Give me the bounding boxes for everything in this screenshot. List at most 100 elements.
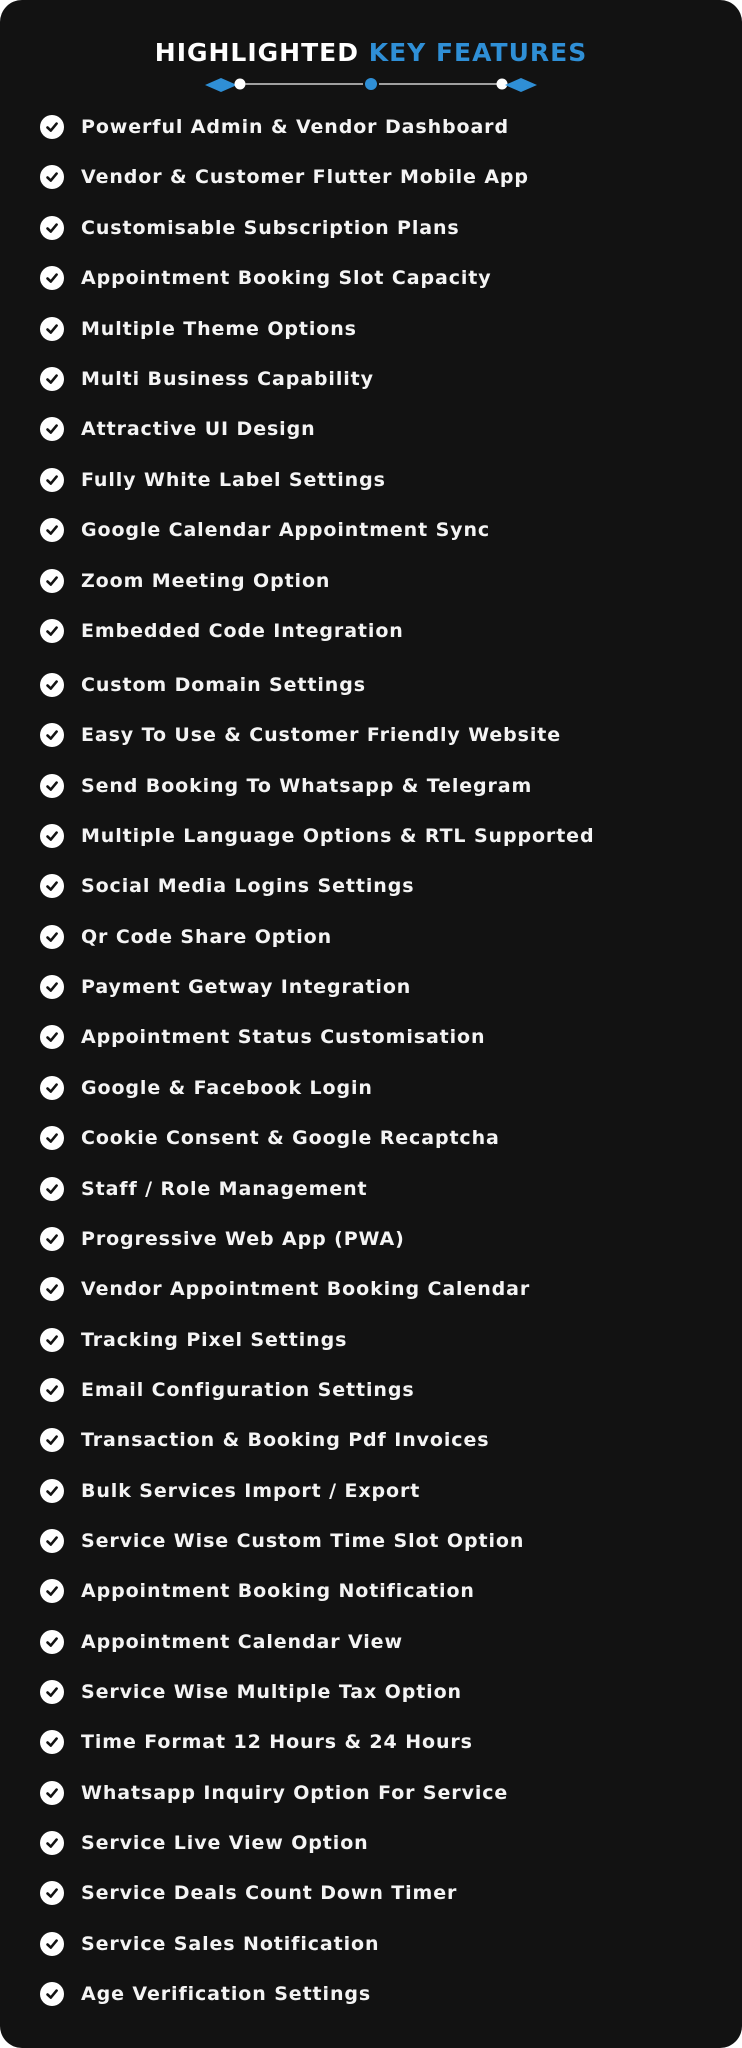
check-circle-icon (40, 673, 64, 697)
feature-item: Custom Domain Settings (40, 670, 366, 700)
feature-item: Powerful Admin & Vendor Dashboard (40, 112, 509, 142)
feature-label: Bulk Services Import / Export (81, 1480, 421, 1502)
check-circle-icon (40, 1025, 64, 1049)
feature-label: Time Format 12 Hours & 24 Hours (81, 1731, 473, 1753)
check-circle-icon (40, 266, 64, 290)
check-circle-icon (40, 518, 64, 542)
feature-item: Qr Code Share Option (40, 922, 332, 952)
feature-label: Transaction & Booking Pdf Invoices (81, 1429, 490, 1451)
feature-label: Powerful Admin & Vendor Dashboard (81, 116, 509, 138)
feature-label: Appointment Booking Notification (81, 1580, 475, 1602)
feature-label: Embedded Code Integration (81, 620, 404, 642)
feature-label: Appointment Status Customisation (81, 1026, 486, 1048)
features-card: HIGHLIGHTED KEY FEATURES Powerful Admin … (0, 0, 742, 2048)
check-circle-icon (40, 1982, 64, 2006)
feature-label: Service Wise Custom Time Slot Option (81, 1530, 525, 1552)
check-circle-icon (40, 216, 64, 240)
check-circle-icon (40, 1932, 64, 1956)
check-circle-icon (40, 619, 64, 643)
check-circle-icon (40, 1328, 64, 1352)
feature-label: Service Live View Option (81, 1832, 369, 1854)
feature-item: Appointment Booking Slot Capacity (40, 263, 492, 293)
feature-label: Attractive UI Design (81, 418, 316, 440)
feature-item: Cookie Consent & Google Recaptcha (40, 1123, 500, 1153)
feature-item: Vendor Appointment Booking Calendar (40, 1274, 530, 1304)
check-circle-icon (40, 417, 64, 441)
title-white: HIGHLIGHTED (154, 38, 359, 67)
feature-label: Appointment Calendar View (81, 1631, 403, 1653)
feature-item: Appointment Status Customisation (40, 1022, 485, 1052)
check-circle-icon (40, 1881, 64, 1905)
feature-item: Service Wise Custom Time Slot Option (40, 1526, 524, 1556)
feature-item: Appointment Calendar View (40, 1627, 403, 1657)
feature-label: Service Deals Count Down Timer (81, 1882, 458, 1904)
feature-item: Age Verification Settings (40, 1979, 371, 2009)
feature-item: Multiple Theme Options (40, 314, 357, 344)
feature-label: Progressive Web App (PWA) (81, 1228, 405, 1250)
feature-label: Vendor Appointment Booking Calendar (81, 1278, 531, 1300)
check-circle-icon (40, 1277, 64, 1301)
feature-item: Service Live View Option (40, 1828, 369, 1858)
feature-item: Service Sales Notification (40, 1929, 379, 1959)
feature-label: Age Verification Settings (81, 1983, 372, 2005)
check-circle-icon (40, 468, 64, 492)
feature-item: Customisable Subscription Plans (40, 213, 460, 243)
feature-item: Bulk Services Import / Export (40, 1476, 420, 1506)
feature-label: Customisable Subscription Plans (81, 217, 460, 239)
feature-label: Vendor & Customer Flutter Mobile App (81, 166, 529, 188)
check-circle-icon (40, 975, 64, 999)
feature-item: Fully White Label Settings (40, 465, 386, 495)
divider-left-dot (234, 78, 246, 90)
feature-label: Zoom Meeting Option (81, 570, 331, 592)
check-circle-icon (40, 165, 64, 189)
feature-label: Email Configuration Settings (81, 1379, 415, 1401)
check-circle-icon (40, 1177, 64, 1201)
feature-item: Time Format 12 Hours & 24 Hours (40, 1727, 473, 1757)
check-circle-icon (40, 774, 64, 798)
feature-item: Google Calendar Appointment Sync (40, 515, 490, 545)
feature-item: Google & Facebook Login (40, 1073, 373, 1103)
check-circle-icon (40, 1479, 64, 1503)
feature-label: Tracking Pixel Settings (81, 1329, 348, 1351)
feature-item: Send Booking To Whatsapp & Telegram (40, 771, 532, 801)
feature-item: Service Wise Multiple Tax Option (40, 1677, 462, 1707)
divider-right-dot (496, 78, 508, 90)
feature-item: Vendor & Customer Flutter Mobile App (40, 162, 529, 192)
check-circle-icon (40, 1680, 64, 1704)
feature-label: Google & Facebook Login (81, 1077, 373, 1099)
feature-item: Tracking Pixel Settings (40, 1325, 347, 1355)
feature-item: Transaction & Booking Pdf Invoices (40, 1425, 489, 1455)
feature-label: Send Booking To Whatsapp & Telegram (81, 775, 533, 797)
feature-item: Staff / Role Management (40, 1174, 368, 1204)
feature-label: Multiple Theme Options (81, 318, 357, 340)
check-circle-icon (40, 1076, 64, 1100)
check-circle-icon (40, 1630, 64, 1654)
section-title: HIGHLIGHTED KEY FEATURES (0, 38, 742, 67)
feature-label: Custom Domain Settings (81, 674, 366, 696)
feature-label: Fully White Label Settings (81, 469, 386, 491)
feature-label: Service Wise Multiple Tax Option (81, 1681, 462, 1703)
check-circle-icon (40, 115, 64, 139)
check-circle-icon (40, 1831, 64, 1855)
feature-item: Multi Business Capability (40, 364, 374, 394)
feature-label: Cookie Consent & Google Recaptcha (81, 1127, 500, 1149)
check-circle-icon (40, 569, 64, 593)
feature-label: Staff / Role Management (81, 1178, 368, 1200)
title-divider (205, 78, 537, 92)
feature-item: Attractive UI Design (40, 414, 316, 444)
check-circle-icon (40, 925, 64, 949)
divider-center-dot (365, 78, 377, 90)
feature-label: Google Calendar Appointment Sync (81, 519, 491, 541)
divider-right-diamond (505, 78, 537, 92)
feature-label: Multi Business Capability (81, 368, 374, 390)
feature-item: Embedded Code Integration (40, 616, 404, 646)
feature-label: Service Sales Notification (81, 1933, 380, 1955)
check-circle-icon (40, 1428, 64, 1452)
check-circle-icon (40, 1378, 64, 1402)
check-circle-icon (40, 723, 64, 747)
feature-label: Multiple Language Options & RTL Supporte… (81, 825, 595, 847)
check-circle-icon (40, 1126, 64, 1150)
feature-item: Payment Getway Integration (40, 972, 411, 1002)
feature-label: Social Media Logins Settings (81, 875, 415, 897)
title-accent: KEY FEATURES (368, 38, 588, 67)
